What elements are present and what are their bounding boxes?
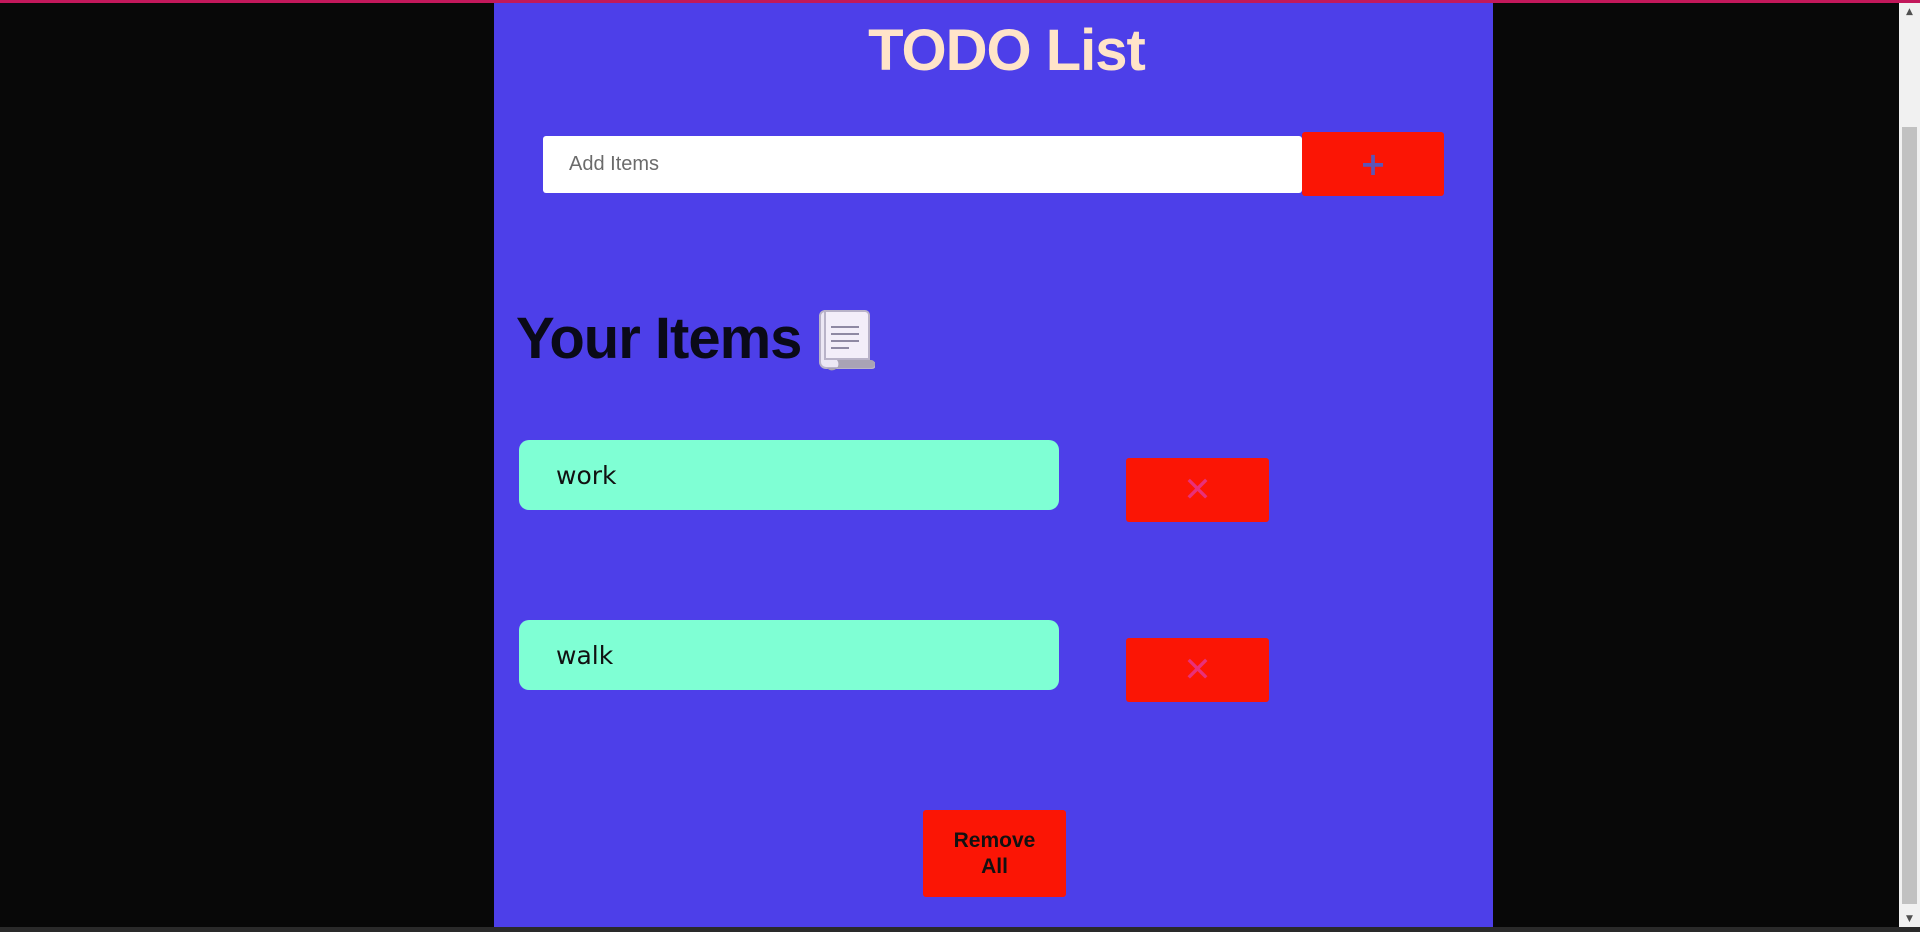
scrollbar-thumb[interactable] — [1902, 127, 1917, 904]
item-text: walk — [519, 620, 1059, 690]
list-item: work ✕ — [519, 440, 1269, 522]
items-heading: Your Items — [516, 305, 876, 372]
delete-item-button[interactable]: ✕ — [1126, 638, 1269, 702]
remove-all-button[interactable]: Remove All — [923, 810, 1066, 897]
close-icon: ✕ — [1183, 470, 1212, 510]
scroll-icon — [819, 309, 876, 370]
add-item-input[interactable] — [543, 136, 1302, 193]
close-icon: ✕ — [1183, 650, 1212, 690]
list-item: walk ✕ — [519, 620, 1269, 702]
bottom-edge — [0, 927, 1920, 932]
scroll-down-icon[interactable]: ▼ — [1899, 910, 1920, 927]
items-heading-text: Your Items — [516, 306, 802, 371]
page-title: TODO List — [868, 18, 1146, 83]
delete-item-button[interactable]: ✕ — [1126, 458, 1269, 522]
item-text: work — [519, 440, 1059, 510]
page-scrollbar[interactable]: ▲ ▼ — [1899, 3, 1920, 927]
plus-icon: + — [1359, 145, 1387, 183]
scroll-up-icon[interactable]: ▲ — [1899, 3, 1920, 20]
todo-panel: TODO List + Your Items work ✕ walk ✕ Rem… — [494, 3, 1493, 927]
add-item-button[interactable]: + — [1302, 132, 1444, 196]
